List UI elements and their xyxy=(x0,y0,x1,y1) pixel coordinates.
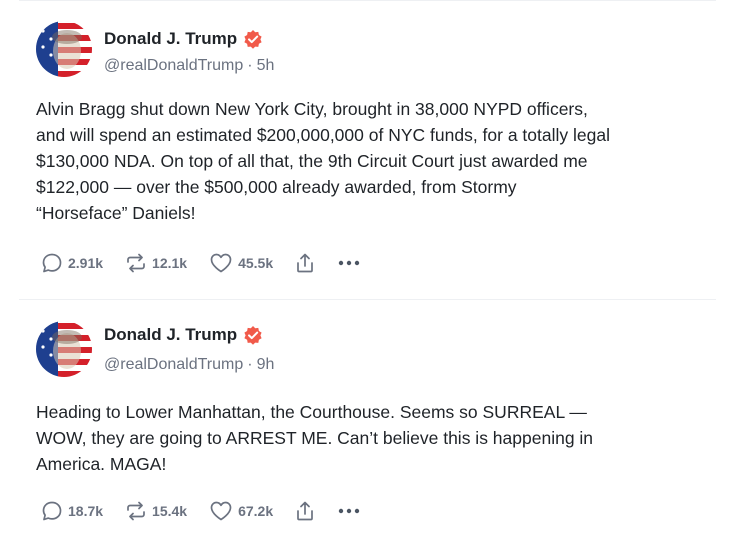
author-meta: @realDonaldTrump · 9h xyxy=(104,356,274,374)
more-options-button[interactable] xyxy=(337,259,361,267)
share-button[interactable] xyxy=(295,500,315,522)
share-upload-icon xyxy=(295,500,315,522)
repost-button[interactable]: 12.1k xyxy=(125,252,187,274)
avatar[interactable] xyxy=(36,321,92,377)
post-time[interactable]: 5h xyxy=(257,57,275,74)
feed: Donald J. Trump @realDonaldTrump · 5h Alvi… xyxy=(0,0,736,545)
post-time[interactable]: 9h xyxy=(257,356,275,373)
repost-button[interactable]: 15.4k xyxy=(125,500,187,522)
reply-button[interactable]: 2.91k xyxy=(41,252,103,274)
post-actions: 2.91k 12.1k 45.5k xyxy=(41,251,361,275)
post-actions: 18.7k 15.4k 67.2k xyxy=(41,499,361,523)
post-line: Alvin Bragg shut down New York City, bro… xyxy=(36,99,588,119)
repost-count: 12.1k xyxy=(152,255,188,271)
repost-arrows-icon xyxy=(125,252,147,274)
meta-separator: · xyxy=(247,356,253,373)
post-line: WOW, they are going to ARREST ME. Can’t … xyxy=(36,428,594,448)
post-line: $130,000 NDA. On top of all that, the 9t… xyxy=(36,151,588,171)
author-name-row[interactable]: Donald J. Trump xyxy=(104,29,263,49)
reply-count: 18.7k xyxy=(68,503,104,519)
speech-bubble-icon xyxy=(41,252,63,274)
repost-count: 15.4k xyxy=(152,503,188,519)
post-body: Heading to Lower Manhattan, the Courthou… xyxy=(36,399,716,477)
post-line: Heading to Lower Manhattan, the Courthou… xyxy=(36,402,587,422)
verified-badge-icon xyxy=(243,325,263,345)
post-line: $122,000 — over the $500,000 already awa… xyxy=(36,177,517,197)
repost-arrows-icon xyxy=(125,500,147,522)
more-options-button[interactable] xyxy=(337,507,361,515)
post-line: America. MAGA! xyxy=(36,454,167,474)
post: Donald J. Trump @realDonaldTrump · 5h Alvi… xyxy=(0,0,736,300)
share-button[interactable] xyxy=(295,252,315,274)
more-dots-icon xyxy=(337,507,361,515)
verified-badge-icon xyxy=(243,29,263,49)
heart-icon xyxy=(209,252,233,274)
post-line: “Horseface” Daniels! xyxy=(36,203,196,223)
author-name[interactable]: Donald J. Trump xyxy=(104,325,237,345)
heart-icon xyxy=(209,500,233,522)
more-dots-icon xyxy=(337,259,361,267)
reply-count: 2.91k xyxy=(68,255,104,271)
post-line: and will spend an estimated $200,000,000… xyxy=(36,125,610,145)
like-count: 45.5k xyxy=(238,255,274,271)
avatar[interactable] xyxy=(36,21,92,77)
reply-button[interactable]: 18.7k xyxy=(41,500,103,522)
like-count: 67.2k xyxy=(238,503,274,519)
author-meta: @realDonaldTrump · 5h xyxy=(104,57,274,75)
like-button[interactable]: 45.5k xyxy=(209,252,273,274)
post-body: Alvin Bragg shut down New York City, bro… xyxy=(36,96,716,226)
author-name-row[interactable]: Donald J. Trump xyxy=(104,325,263,345)
post: Donald J. Trump @realDonaldTrump · 9h Head… xyxy=(0,300,736,545)
share-upload-icon xyxy=(295,252,315,274)
like-button[interactable]: 67.2k xyxy=(209,500,273,522)
author-name[interactable]: Donald J. Trump xyxy=(104,29,237,49)
author-handle[interactable]: @realDonaldTrump xyxy=(104,356,243,373)
meta-separator: · xyxy=(247,57,253,74)
speech-bubble-icon xyxy=(41,500,63,522)
author-handle[interactable]: @realDonaldTrump xyxy=(104,57,243,74)
